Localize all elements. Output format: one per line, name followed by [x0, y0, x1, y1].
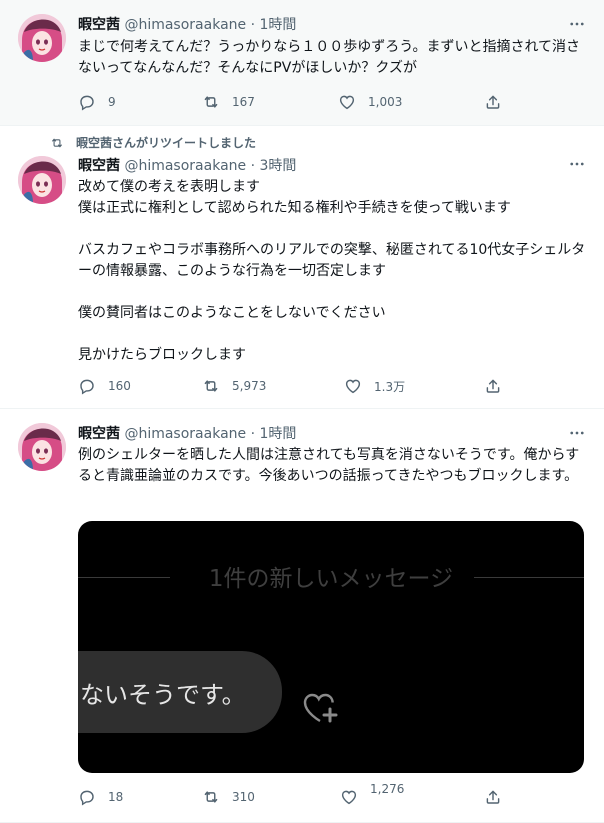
- more-icon[interactable]: [568, 15, 586, 33]
- like-icon: [340, 788, 358, 806]
- tweet-text: まじで何考えてんだ？うっかりなら１００歩ゆずろう。まずいと指摘されて消さないって…: [78, 39, 581, 76]
- tweet-card[interactable]: 暇空茜 @himasoraakane · 1時間 例のシェルターを晒した人間は注…: [0, 409, 604, 823]
- tweet-time[interactable]: 1時間: [260, 17, 297, 33]
- avatar[interactable]: [18, 423, 66, 471]
- avatar-image: [18, 156, 66, 204]
- media-new-message-header: 1件の新しいメッセージ: [208, 566, 454, 592]
- retweet-icon: [202, 377, 220, 395]
- retweet-button[interactable]: 5,973: [202, 376, 266, 396]
- tweet-card[interactable]: 暇空茜 @himasoraakane · 1時間 まじで何考えてんだ？うっかりな…: [0, 0, 604, 126]
- more-icon[interactable]: [568, 155, 586, 173]
- reply-icon: [78, 93, 96, 111]
- tweet-media-image[interactable]: 1件の新しいメッセージ ないそうです。: [78, 521, 584, 773]
- avatar[interactable]: [18, 14, 66, 62]
- like-count: 1,003: [368, 95, 403, 109]
- avatar[interactable]: [18, 156, 66, 204]
- retweet-button[interactable]: 167: [202, 92, 255, 112]
- tweet-header: 暇空茜 @himasoraakane · 1時間: [78, 17, 297, 33]
- author-handle[interactable]: @himasoraakane: [124, 426, 246, 442]
- author-handle[interactable]: @himasoraakane: [124, 158, 246, 174]
- tweet-header: 暇空茜 @himasoraakane · 3時間: [78, 158, 297, 174]
- tweet-time[interactable]: 3時間: [260, 158, 297, 174]
- reply-count: 9: [108, 95, 116, 109]
- share-button[interactable]: [484, 376, 514, 396]
- share-icon: [484, 93, 502, 111]
- avatar-image: [18, 423, 66, 471]
- like-icon: [338, 93, 356, 111]
- heart-plus-icon: [303, 693, 338, 723]
- share-icon: [484, 377, 502, 395]
- media-bubble-text: ないそうです。: [80, 681, 246, 709]
- like-icon: [344, 377, 362, 395]
- tweet-actions: 18 310 1,276: [78, 782, 508, 807]
- share-button[interactable]: [484, 787, 514, 807]
- retweet-banner[interactable]: 暇空茜さんがリツイートしました: [50, 134, 256, 151]
- reply-button[interactable]: 9: [78, 92, 116, 112]
- media-message-bubble: ないそうです。: [78, 651, 282, 733]
- retweet-button[interactable]: 310: [202, 787, 255, 807]
- author-handle[interactable]: @himasoraakane: [124, 17, 246, 33]
- like-count: 1.3万: [374, 379, 406, 394]
- retweet-count: 167: [232, 95, 255, 109]
- reply-icon: [78, 377, 96, 395]
- tweet-header: 暇空茜 @himasoraakane · 1時間: [78, 426, 297, 442]
- reply-button[interactable]: 18: [78, 787, 123, 807]
- like-count: 1,276: [370, 782, 405, 796]
- retweet-icon: [202, 788, 220, 806]
- retweet-banner-text: 暇空茜さんがリツイートしました: [76, 136, 257, 150]
- tweet-text: 改めて僕の考えを表明します 僕は正式に権利として認められた知る権利や手続きを使っ…: [78, 179, 586, 363]
- retweet-count: 5,973: [232, 379, 267, 393]
- like-button[interactable]: 1.3万: [344, 376, 405, 396]
- reply-icon: [78, 788, 96, 806]
- like-button[interactable]: 1,276: [340, 782, 404, 807]
- like-button[interactable]: 1,003: [338, 92, 402, 112]
- retweet-icon: [50, 136, 64, 150]
- author-name[interactable]: 暇空茜: [78, 17, 120, 33]
- tweet-card[interactable]: 暇空茜さんがリツイートしました 暇空茜 @himasoraakane · 3時間…: [0, 126, 604, 409]
- retweet-icon: [202, 93, 220, 111]
- more-icon[interactable]: [568, 424, 586, 442]
- author-name[interactable]: 暇空茜: [78, 158, 120, 174]
- retweet-count: 310: [232, 790, 255, 804]
- reply-button[interactable]: 160: [78, 376, 131, 396]
- tweet-actions: 160 5,973 1.3万: [78, 376, 508, 396]
- share-button[interactable]: [484, 92, 514, 112]
- reply-count: 18: [108, 790, 124, 804]
- tweet-actions: 9 167 1,003: [78, 92, 508, 112]
- author-name[interactable]: 暇空茜: [78, 426, 120, 442]
- tweet-text: 例のシェルターを晒した人間は注意されても写真を消さないそうです。俺からすると青識…: [78, 447, 580, 484]
- avatar-image: [18, 14, 66, 62]
- reply-count: 160: [108, 379, 131, 393]
- tweet-time[interactable]: 1時間: [260, 426, 297, 442]
- share-icon: [484, 788, 502, 806]
